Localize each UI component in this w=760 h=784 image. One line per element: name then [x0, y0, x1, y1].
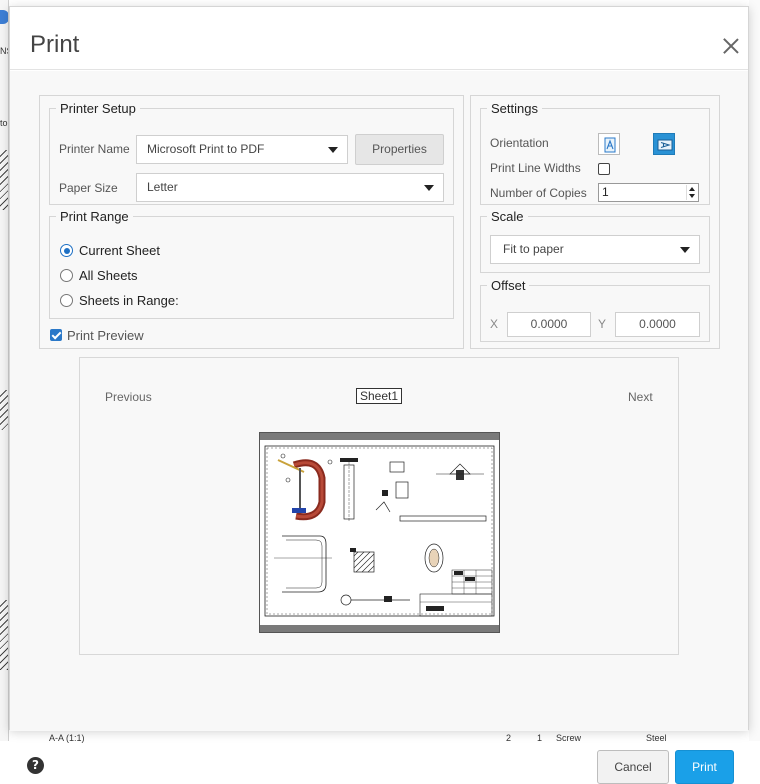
offset-y-input[interactable]: 0.0000	[615, 312, 700, 337]
dialog-header: Print	[10, 7, 748, 70]
offset-x-input[interactable]: 0.0000	[507, 312, 591, 337]
printer-setup-legend: Printer Setup	[60, 101, 136, 116]
radio-button[interactable]	[60, 244, 73, 257]
paper-size-label: Paper Size	[59, 181, 118, 195]
printer-name-select[interactable]: Microsoft Print to PDF	[136, 135, 348, 164]
print-preview-label: Print Preview	[67, 328, 144, 343]
copies-value: 1	[602, 185, 609, 199]
chevron-down-icon	[328, 147, 338, 153]
portrait-button[interactable]	[598, 133, 620, 155]
background-text: Screw	[556, 733, 582, 743]
background-drawing	[0, 600, 8, 670]
offset-x-label: X	[490, 317, 499, 331]
line-widths-label: Print Line Widths	[490, 161, 581, 175]
radio-label: All Sheets	[79, 268, 138, 283]
background-text: 2	[506, 733, 512, 743]
offset-y-label: Y	[598, 317, 607, 331]
print-preview-area: Previous Sheet1 Next	[79, 357, 679, 655]
next-link[interactable]: Next	[628, 390, 653, 404]
properties-button[interactable]: Properties	[355, 134, 444, 165]
landscape-button[interactable]	[653, 133, 675, 155]
radio-label: Current Sheet	[79, 243, 160, 258]
paper-size-select[interactable]: Letter	[136, 173, 444, 202]
dialog-title: Print	[30, 31, 80, 58]
copies-stepper[interactable]: 1	[598, 183, 699, 202]
line-widths-checkbox[interactable]	[598, 163, 610, 175]
background-right-strip	[749, 0, 760, 741]
background-left-strip: NS to	[0, 0, 9, 741]
background-text: to	[0, 118, 8, 128]
portrait-icon	[604, 137, 616, 153]
sheet-thumbnail	[259, 432, 500, 633]
print-range-legend: Print Range	[60, 209, 129, 224]
previous-link[interactable]: Previous	[105, 390, 152, 404]
technical-drawing-icon	[264, 445, 495, 617]
background-text: Steel	[646, 733, 667, 743]
radio-button[interactable]	[60, 269, 73, 282]
print-dialog: Print Printer Setup Printer Name Microso…	[9, 6, 749, 784]
background-tab	[0, 10, 8, 24]
scale-select[interactable]: Fit to paper	[490, 235, 700, 264]
background-bottom-strip: A-A (1:1) 2 1 Screw Steel	[9, 730, 749, 743]
radio-button[interactable]	[60, 294, 73, 307]
background-text: 1	[537, 733, 543, 743]
settings-legend: Settings	[491, 101, 538, 116]
print-preview-checkbox[interactable]	[50, 329, 62, 341]
thumbnail-bottom-band	[260, 625, 499, 632]
radio-label: Sheets in Range:	[79, 293, 179, 308]
help-icon[interactable]: ?	[27, 757, 44, 774]
printer-name-label: Printer Name	[59, 142, 130, 156]
chevron-down-icon	[680, 247, 690, 253]
close-icon[interactable]	[720, 35, 742, 57]
paper-size-value: Letter	[147, 180, 178, 194]
print-button[interactable]: Print	[675, 750, 734, 784]
thumbnail-top-band	[260, 433, 499, 440]
background-drawing	[0, 390, 8, 430]
cancel-button[interactable]: Cancel	[597, 750, 669, 784]
dialog-body: Printer Setup Printer Name Microsoft Pri…	[10, 71, 748, 784]
scale-legend: Scale	[491, 209, 524, 224]
background-text: A-A (1:1)	[49, 733, 85, 743]
scale-value: Fit to paper	[503, 242, 564, 256]
sheet-name-label: Sheet1	[356, 388, 403, 404]
copies-label: Number of Copies	[490, 186, 587, 200]
chevron-down-icon	[424, 185, 434, 191]
printer-name-value: Microsoft Print to PDF	[147, 142, 265, 156]
background-drawing	[0, 150, 8, 210]
offset-legend: Offset	[491, 278, 526, 293]
stepper-arrows-icon[interactable]	[686, 185, 696, 200]
background-text: NS	[0, 46, 8, 56]
orientation-label: Orientation	[490, 136, 549, 150]
landscape-icon	[657, 139, 673, 151]
